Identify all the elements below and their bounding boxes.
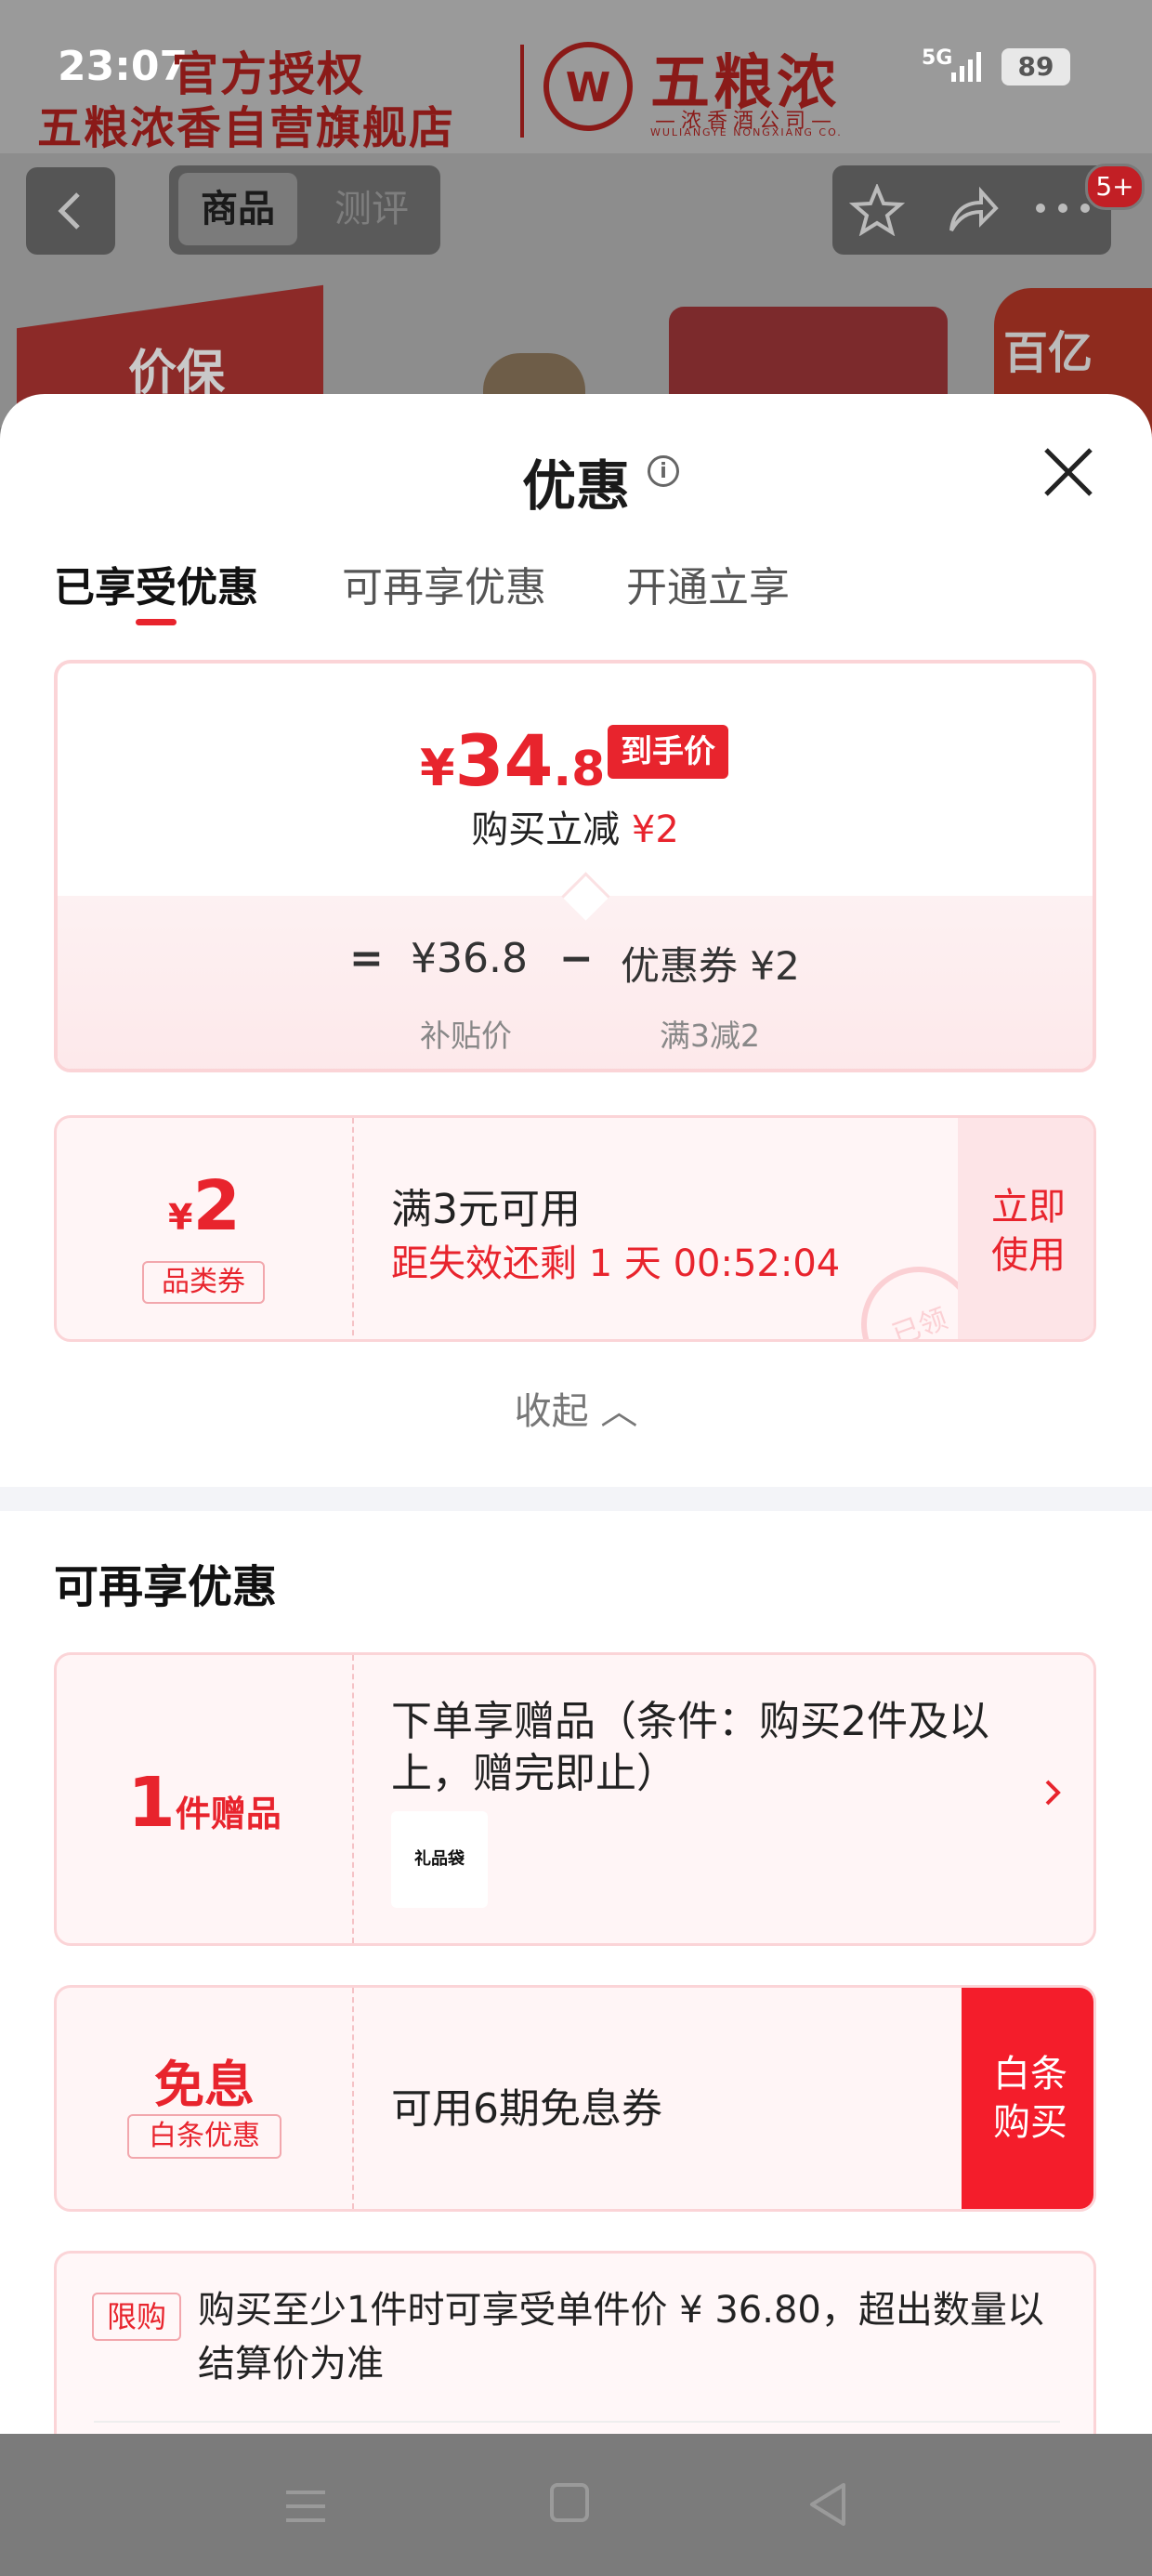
coupon-value: 2 [192,1166,241,1246]
banner-divider [520,45,524,138]
gift-unit: 件赠品 [175,1794,281,1834]
brand-logo: W [543,42,633,131]
use-now-line2: 使用 [991,1234,1066,1277]
sheet-title: 优惠 [521,454,630,518]
calc-minus: − [559,935,594,982]
tab-open-now[interactable]: 开通立享 [626,554,790,613]
baitiao-buy-line2: 购买 [993,2101,1067,2144]
coupon-type-badge: 品类券 [142,1261,265,1304]
limit-text: 购买至少1件时可享受单件价 ¥ 36.80，超出数量以结算价为准 [198,2289,1044,2385]
tab-goods[interactable]: 商品 [178,173,297,245]
limit-badge: 限购 [92,2293,181,2341]
coupon-amount: ¥2 [57,1166,352,1246]
brand-en: WULIANGYE NONGXIANG CO. [650,126,843,138]
coupon-card: ¥2 品类券 满3元可用 距失效还剩 1 天 00:52:04 已领 立即 使用 [54,1115,1096,1342]
save-line: 购买立减 ¥2 [58,799,1093,853]
network-label: 5G [922,46,953,70]
price-breakdown-area [58,896,1093,1069]
brand-logo-mark: W [565,64,611,112]
gift-count: 1件赠品 [57,1763,352,1843]
gift-divider [352,1655,354,1943]
share-icon[interactable] [944,184,1000,236]
coupon-divider [352,1118,354,1339]
base-price-label: 补贴价 [420,1018,512,1054]
coupon-condition: 满3元可用 [391,1186,581,1233]
signal-icon [951,52,981,82]
battery-indicator: 89 [1001,48,1070,85]
base-price: ¥36.8 [411,935,528,982]
limit-divider [94,2421,1060,2423]
close-icon[interactable] [1039,442,1098,502]
baitiao-buy-line1: 白条 [993,2053,1067,2096]
interest-free-divider [352,1988,354,2209]
back-icon [58,192,80,230]
discount-sheet: 优惠 i 已享受优惠 可再享优惠 开通立享 ¥34.8 到手价 购买立减 ¥2 … [0,394,1152,2434]
use-now-button[interactable]: 立即 使用 [958,1118,1093,1339]
calc-equals: = [349,935,384,982]
price-decimal: .8 [553,742,606,797]
promo-right-text: 百亿 [1003,327,1093,379]
gift-card[interactable]: 1件赠品 下单享赠品（条件：购买2件及以上，赠完即止） 礼品袋 [54,1652,1096,1946]
price-integer: 34 [454,719,554,802]
home-icon[interactable] [550,2483,589,2522]
menu-icon[interactable] [284,2485,327,2528]
info-icon[interactable]: i [648,455,679,487]
final-price-tag: 到手价 [608,725,728,779]
coupon-countdown: 距失效还剩 1 天 00:52:04 [391,1242,841,1285]
purchase-limit-card: 限购 购买至少1件时可享受单件价 ¥ 36.80，超出数量以结算价为准 [54,2251,1096,2434]
tab-indicator [136,619,177,625]
section-divider [0,1487,1152,1511]
use-now-line1: 立即 [991,1186,1066,1229]
interest-free-description: 可用6期免息券 [391,2085,662,2133]
final-price-card: ¥34.8 到手价 购买立减 ¥2 = ¥36.8 − 优惠券 ¥2 补贴价 满… [54,660,1096,1072]
gift-thumbnail: 礼品袋 [391,1811,488,1908]
star-icon[interactable] [849,184,905,236]
banner-line2: 五粮浓香自营旗舰店 [37,102,456,154]
chevron-right-icon[interactable] [1040,1774,1066,1811]
tab-enjoyed[interactable]: 已享受优惠 [54,554,258,613]
collapse-button[interactable]: 收起 ︿ [0,1381,1152,1435]
back-button[interactable] [26,167,115,255]
baitiao-buy-button[interactable]: 白条 购买 [962,1988,1093,2209]
promo-left-text: 价保 [128,346,226,402]
final-price: ¥34.8 [420,719,605,802]
save-amount: ¥2 [631,808,679,851]
action-group [832,165,1111,255]
coupon-rule: 满3减2 [660,1018,760,1054]
section-title-more: 可再享优惠 [54,1561,278,1613]
coupon-currency: ¥ [168,1197,193,1238]
gift-number: 1 [127,1763,176,1843]
tab-more-discounts[interactable]: 可再享优惠 [342,554,546,613]
price-currency: ¥ [420,739,455,797]
coupon-deduction: 优惠券 ¥2 [621,943,800,989]
more-icon[interactable] [1033,199,1093,217]
interest-free-card: 免息 白条优惠 可用6期免息券 白条购买 [54,1985,1096,2212]
nav-back-icon[interactable] [806,2481,849,2528]
baitiao-badge: 白条优惠 [127,2114,281,2159]
tab-review[interactable]: 测评 [316,173,427,245]
message-badge: 5+ [1085,164,1145,210]
save-text: 购买立减 [471,808,621,851]
interest-free-label: 免息 [154,2056,255,2114]
gift-description: 下单享赠品（条件：购买2件及以上，赠完即止） [391,1698,989,1797]
status-time: 23:07 [58,43,189,90]
